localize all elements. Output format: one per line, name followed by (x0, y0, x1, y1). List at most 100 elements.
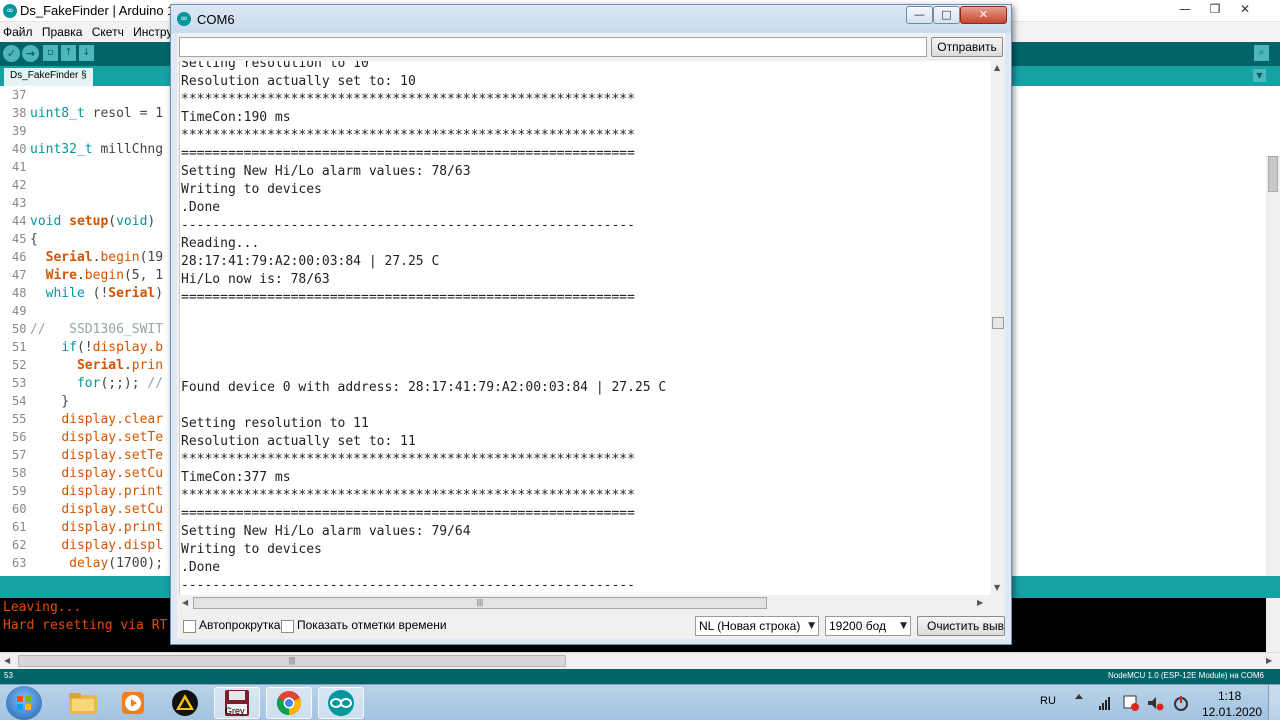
code-text: { (30, 232, 38, 247)
save-sketch-icon[interactable]: ↓ (79, 45, 94, 61)
menu-file[interactable]: Файл (0, 22, 36, 42)
menu-edit[interactable]: Правка (39, 22, 86, 42)
serial-output-line: Setting resolution to 11 (181, 416, 369, 431)
taskbar-grey-app[interactable]: Grey (214, 687, 260, 719)
code-line: 50// SSD1306_SWIT (0, 320, 163, 338)
timestamps-checkbox[interactable] (281, 620, 294, 633)
serial-output-line: ****************************************… (181, 92, 635, 107)
start-button[interactable] (6, 686, 42, 720)
taskbar-app-triangle[interactable] (162, 687, 208, 719)
serial-output-line: 28:17:41:79:A2:00:03:84 | 27.25 C (181, 254, 440, 269)
line-number: 42 (12, 178, 27, 192)
minimize-icon[interactable]: — (1170, 0, 1200, 18)
code-text: Serial.begin(19 (45, 250, 164, 265)
line-number: 41 (12, 160, 27, 174)
arduino-logo-icon: ∞ (3, 4, 17, 18)
taskbar-chrome[interactable] (266, 687, 312, 719)
code-text: display.displ (61, 538, 164, 553)
code-text: void setup(void) (30, 214, 156, 229)
line-number: 45 (12, 232, 27, 246)
clock-date[interactable]: 12.01.2020 (1202, 705, 1262, 719)
network-signal-icon[interactable] (1098, 695, 1114, 711)
code-text: if(!display.b (61, 340, 164, 355)
output-hscroll-thumb[interactable]: ||| (193, 597, 767, 609)
scroll-up-icon[interactable]: ▲ (994, 63, 1000, 72)
code-text: uint32_t millChng (30, 142, 164, 157)
code-text: display.setCu (61, 502, 164, 517)
menu-sketch[interactable]: Скетч (89, 22, 127, 42)
language-indicator[interactable]: RU (1040, 695, 1056, 707)
line-number: 52 (12, 358, 27, 372)
autoscroll-checkbox[interactable] (183, 620, 196, 633)
show-desktop-button[interactable] (1268, 685, 1280, 720)
serial-output-line: ****************************************… (181, 128, 635, 143)
line-number: 47 (12, 268, 27, 282)
code-line: 56 display.setTe (0, 428, 163, 446)
clock-time[interactable]: 1:18 (1218, 689, 1241, 703)
minimize-icon[interactable]: — (906, 6, 933, 24)
taskbar-media-player[interactable] (110, 687, 156, 719)
autoscroll-label: Автопрокрутка (199, 618, 281, 632)
serial-monitor-icon[interactable]: ⌕ (1254, 45, 1269, 61)
code-line: 57 display.setTe (0, 446, 163, 464)
windows-taskbar: Grey RU 1:18 12.01.2020 (0, 684, 1280, 720)
serial-output-line: ========================================… (181, 290, 635, 305)
code-text: Serial.prin (76, 358, 164, 373)
editor-vertical-scrollbar[interactable] (1266, 156, 1280, 576)
horizontal-scroll-thumb[interactable]: ||| (18, 655, 566, 667)
serial-output-line: ----------------------------------------… (181, 578, 635, 593)
tab-menu-icon[interactable]: ▼ (1253, 69, 1266, 82)
serial-output-line: ========================================… (181, 146, 635, 161)
serial-monitor-body: Отправить Setting resolution to 10 Resolu… (177, 33, 1005, 639)
maximize-icon[interactable]: □ (933, 6, 960, 24)
editor-horizontal-scrollbar[interactable]: ◀ ||| ▶ (0, 652, 1280, 669)
action-center-icon[interactable] (1122, 694, 1140, 712)
open-sketch-icon[interactable]: ↑ (61, 45, 76, 61)
triangle-app-icon (172, 690, 198, 716)
close-icon[interactable]: ✕ (1230, 0, 1260, 18)
output-horizontal-scrollbar[interactable]: ◀ ||| ▶ (179, 595, 991, 611)
ide-bottom-bar: 53 NodeMCU 1.0 (ESP-12E Module) на COM6 (0, 669, 1280, 684)
chevron-up-icon[interactable] (1074, 691, 1084, 701)
editor-scroll-thumb[interactable] (1268, 156, 1278, 192)
speaker-muted-icon[interactable] (1146, 694, 1164, 712)
line-number: 51 (12, 340, 27, 354)
console-scrollbar[interactable] (1266, 598, 1280, 652)
baud-rate-select[interactable]: 19200 бод ▼ (825, 616, 911, 636)
line-number: 46 (12, 250, 27, 264)
new-sketch-icon[interactable]: ▫ (43, 45, 58, 61)
maximize-icon[interactable]: ❐ (1200, 0, 1230, 18)
scroll-right-icon[interactable]: ▶ (977, 598, 983, 607)
line-ending-value: NL (Новая строка) (699, 619, 801, 633)
taskbar-arduino[interactable] (318, 687, 364, 719)
send-input[interactable] (179, 37, 927, 57)
clear-output-button[interactable]: Очистить вывод (917, 616, 1005, 636)
scroll-down-icon[interactable]: ▼ (994, 583, 1000, 592)
serial-output-line: Writing to devices (181, 542, 322, 557)
arduino-logo-icon: ∞ (177, 12, 191, 26)
output-scroll-thumb[interactable] (992, 317, 1004, 329)
line-number: 37 (12, 88, 27, 102)
power-icon[interactable] (1172, 694, 1190, 712)
send-button[interactable]: Отправить (931, 37, 1003, 57)
code-line: 62 display.displ (0, 536, 163, 554)
scroll-left-icon[interactable]: ◀ (4, 656, 10, 665)
code-line: 44 void setup(void) (0, 212, 155, 230)
folder-icon (69, 693, 97, 714)
serial-options-bar: Автопрокрутка Показать отметки времени N… (177, 613, 1005, 639)
console-line: Leaving... (3, 600, 82, 615)
serial-output[interactable]: Setting resolution to 10 Resolution actua… (179, 61, 991, 595)
sketch-tab[interactable]: Ds_FakeFinder § (4, 68, 93, 86)
scroll-left-icon[interactable]: ◀ (182, 598, 188, 607)
output-vertical-scrollbar[interactable]: ▲ ▼ (991, 61, 1005, 595)
line-number: 49 (12, 304, 27, 318)
taskbar-explorer[interactable] (60, 687, 106, 719)
verify-icon[interactable]: ✓ (3, 45, 20, 62)
line-ending-select[interactable]: NL (Новая строка) ▼ (695, 616, 819, 636)
serial-output-line: ****************************************… (181, 488, 635, 503)
scroll-right-icon[interactable]: ▶ (1266, 656, 1272, 665)
upload-icon[interactable]: → (22, 45, 39, 62)
close-icon[interactable]: ✕ (960, 6, 1007, 24)
serial-output-line: Resolution actually set to: 10 (181, 74, 416, 89)
ide-title: Ds_FakeFinder | Arduino 1.8. (20, 3, 189, 18)
